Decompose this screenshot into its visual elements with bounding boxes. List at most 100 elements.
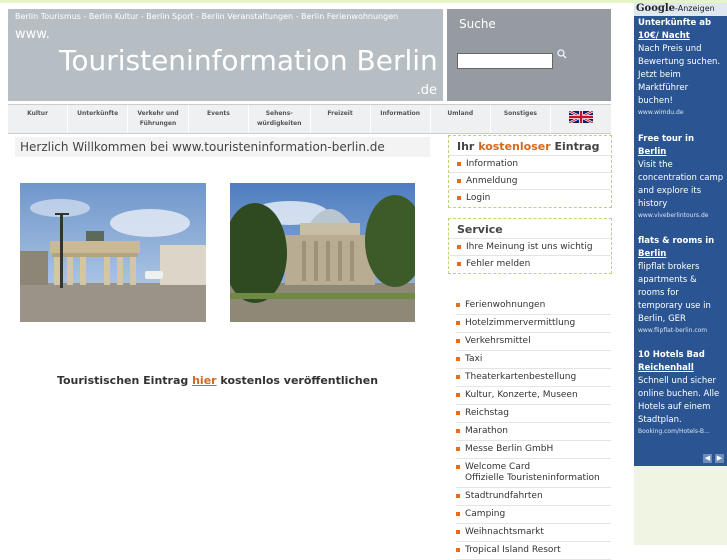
cta-prefix: Touristischen Eintrag — [56, 374, 193, 387]
list-item[interactable]: Marathon — [456, 423, 611, 441]
nav-sonstiges[interactable]: Sonstiges — [491, 105, 551, 133]
site-title: Touristeninformation Berlin — [59, 44, 438, 77]
list-item-label: Taxi — [465, 354, 483, 364]
service-link-feedback[interactable]: Ihre Meinung ist uns wichtig — [449, 238, 611, 255]
bullet-icon — [456, 411, 460, 415]
ad-desc: flipflat brokers apartments & rooms for … — [638, 262, 711, 324]
google-logo-text: Google — [636, 3, 676, 14]
bullet-icon — [457, 245, 461, 249]
service-link-report-error[interactable]: Fehler melden — [449, 255, 611, 272]
service-link-label: Ihre Meinung ist uns wichtig — [466, 242, 593, 252]
list-item-label: Weihnachtsmarkt — [465, 527, 544, 537]
nav-freizeit[interactable]: Freizeit — [311, 105, 371, 133]
ad-title: Unterkünfte ab 10€/ Nacht — [638, 17, 724, 43]
reichstag-photo — [230, 183, 415, 322]
panel-link-anmeldung[interactable]: Anmeldung — [449, 172, 611, 189]
panel-link-label: Information — [466, 159, 519, 169]
ad-title-link[interactable]: Berlin — [638, 147, 666, 157]
bullet-icon — [457, 262, 461, 266]
list-item[interactable]: Reichstag — [456, 405, 611, 423]
list-item-label: Hotelzimmervermittlung — [465, 318, 576, 328]
free-entry-title-hl: kostenloser — [478, 140, 551, 153]
ad-title-link[interactable]: Berlin — [638, 249, 666, 259]
ad-desc: Schnell und sicher online buchen. Alle H… — [638, 376, 720, 425]
header-crumb-links[interactable]: Berlin Tourismus - Berlin Kultur - Berli… — [15, 12, 398, 21]
bullet-icon — [456, 530, 460, 534]
bullet-icon — [456, 375, 460, 379]
google-ads-logo[interactable]: Google-Anzeigen — [634, 3, 727, 16]
nav-kultur[interactable]: Kultur — [8, 105, 69, 133]
search-icon[interactable] — [557, 49, 567, 62]
bullet-icon — [456, 512, 460, 516]
nav-unterkuenfte[interactable]: Unterkünfte — [68, 105, 129, 133]
chevron-left-icon[interactable]: ◀ — [703, 454, 712, 463]
list-item-label: Tropical Island Resort — [465, 545, 561, 555]
ad-item[interactable]: flats & rooms in Berlin flipflat brokers… — [638, 235, 724, 336]
ad-url[interactable]: Booking.com/Hotels-B... — [638, 427, 724, 437]
bullet-icon — [456, 321, 460, 325]
bullet-icon — [456, 465, 460, 469]
nav-verkehr[interactable]: Verkehr und Führungen — [128, 105, 189, 133]
welcome-heading: Herzlich Willkommen bei www.touristeninf… — [15, 137, 430, 157]
main-nav: Kultur Unterkünfte Verkehr und Führungen… — [8, 104, 611, 134]
ad-url[interactable]: www.viveberlintours.de — [638, 211, 724, 221]
cta-link[interactable]: hier — [192, 374, 217, 387]
list-item[interactable]: Messe Berlin GmbH — [456, 441, 611, 459]
list-item[interactable]: Hotelzimmervermittlung — [456, 315, 611, 333]
language-switch[interactable] — [551, 105, 611, 133]
search-input[interactable] — [457, 53, 553, 69]
ad-item[interactable]: 10 Hotels Bad Reichenhall Schnell und si… — [638, 349, 724, 437]
ad-title: 10 Hotels Bad Reichenhall — [638, 349, 724, 375]
panel-link-login[interactable]: Login — [449, 189, 611, 206]
list-item[interactable]: Welcome Card Offizielle Touristeninforma… — [456, 459, 611, 488]
bullet-icon — [457, 179, 461, 183]
nav-information[interactable]: Information — [371, 105, 431, 133]
ad-title-pre: 10 Hotels Bad — [638, 350, 705, 360]
header-www: www. — [15, 27, 50, 42]
list-item[interactable]: Verkehrsmittel — [456, 333, 611, 351]
ad-item[interactable]: Unterkünfte ab 10€/ Nacht Nach Preis und… — [638, 17, 724, 118]
list-item[interactable]: Weihnachtsmarkt — [456, 524, 611, 542]
ad-desc: Nach Preis und Bewertung suchen. Jetzt b… — [638, 44, 721, 106]
panel-link-label: Anmeldung — [466, 176, 518, 186]
bullet-icon — [456, 393, 460, 397]
search-label: Suche — [459, 17, 496, 31]
panel-link-information[interactable]: Information — [449, 155, 611, 172]
bullet-icon — [456, 494, 460, 498]
list-item[interactable]: Stadtrundfahrten — [456, 488, 611, 506]
bullet-icon — [456, 548, 460, 552]
ad-title: flats & rooms in Berlin — [638, 235, 724, 261]
ad-url[interactable]: www.wimdu.de — [638, 108, 724, 118]
ad-title: Free tour in Berlin — [638, 133, 724, 159]
ads-footer-area — [634, 466, 727, 545]
list-item-label: Verkehrsmittel — [465, 336, 531, 346]
list-item[interactable]: Kultur, Konzerte, Museen — [456, 387, 611, 405]
list-item[interactable]: Ferienwohnungen — [456, 297, 611, 315]
list-item-label: Reichstag — [465, 408, 509, 418]
list-item[interactable]: Taxi — [456, 351, 611, 369]
uk-flag-icon[interactable] — [568, 109, 594, 125]
nav-sehenswuerdigkeiten[interactable]: Sehens-würdigkeiten — [249, 105, 311, 133]
list-item-label: Theaterkartenbestellung — [465, 372, 577, 382]
free-entry-title-pre: Ihr — [457, 140, 479, 153]
chevron-right-icon[interactable]: ▶ — [715, 454, 724, 463]
list-item-label: Kultur, Konzerte, Museen — [465, 390, 578, 400]
search-box: Suche — [447, 9, 611, 101]
nav-events[interactable]: Events — [189, 105, 249, 133]
list-item-label: Camping — [465, 509, 506, 519]
list-item[interactable]: Camping — [456, 506, 611, 524]
ad-title-link[interactable]: Reichenhall — [638, 363, 694, 373]
ad-item[interactable]: Free tour in Berlin Visit the concentrat… — [638, 133, 724, 221]
ad-title-link[interactable]: 10€/ Nacht — [638, 31, 690, 41]
nav-umland[interactable]: Umland — [431, 105, 491, 133]
ad-url[interactable]: www.flipflat-berlin.com — [638, 326, 724, 336]
list-item-label: Messe Berlin GmbH — [465, 444, 554, 454]
cta-suffix: kostenlos veröffentlichen — [216, 374, 379, 387]
list-item-label: Ferienwohnungen — [465, 300, 546, 310]
list-item-label: Stadtrundfahrten — [465, 491, 543, 501]
site-header: Berlin Tourismus - Berlin Kultur - Berli… — [8, 9, 443, 101]
free-entry-title: Ihr kostenloser Eintrag — [449, 136, 611, 155]
service-link-label: Fehler melden — [466, 259, 531, 269]
list-item[interactable]: Theaterkartenbestellung — [456, 369, 611, 387]
brandenburg-gate-photo — [20, 183, 206, 322]
